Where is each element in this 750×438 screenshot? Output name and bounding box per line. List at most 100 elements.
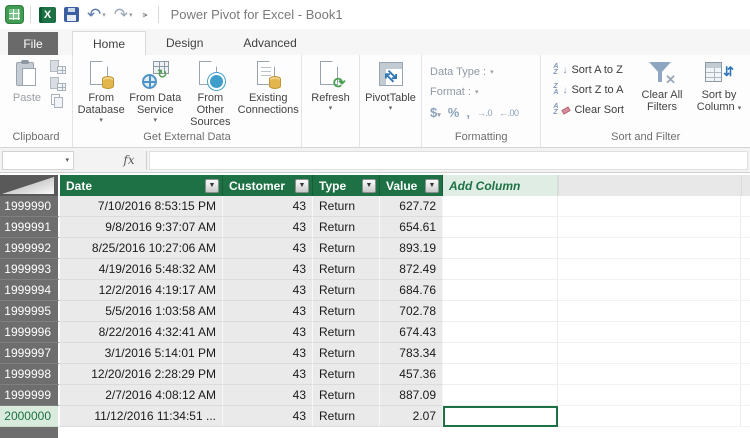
cell-value[interactable]: 893.19 (380, 238, 443, 259)
row-header[interactable]: 1999992 (0, 238, 60, 259)
cell-type[interactable]: Return (313, 259, 380, 280)
cell-value[interactable]: 872.49 (380, 259, 443, 280)
cell-add-column[interactable] (443, 217, 558, 238)
tab-design[interactable]: Design (146, 31, 223, 55)
cell-value[interactable]: 2.07 (380, 406, 443, 427)
filter-dropdown-icon[interactable]: ▼ (295, 179, 309, 193)
pivottable-button[interactable]: ⇄ PivotTable ▾ (362, 58, 419, 131)
redo-button[interactable]: ↷▾ (112, 4, 135, 26)
save-button[interactable] (62, 4, 81, 26)
tab-home[interactable]: Home (72, 31, 146, 55)
tab-advanced[interactable]: Advanced (223, 31, 316, 55)
cell-date[interactable]: 8/22/2016 4:32:41 AM (60, 322, 223, 343)
paste-button[interactable]: Paste (6, 58, 48, 131)
paste-append-button[interactable] (50, 77, 66, 91)
row-header[interactable]: 1999997 (0, 343, 60, 364)
cell-add-column[interactable] (443, 280, 558, 301)
row-header[interactable]: 1999991 (0, 217, 60, 238)
cell-date[interactable]: 5/5/2016 1:03:58 AM (60, 301, 223, 322)
cell-type[interactable]: Return (313, 217, 380, 238)
switch-to-excel-button[interactable]: X (37, 4, 58, 26)
cell-customer[interactable]: 43 (223, 217, 313, 238)
cell-type[interactable]: Return (313, 196, 380, 217)
currency-format-button[interactable]: $▾ (430, 105, 441, 120)
cell-type[interactable]: Return (313, 343, 380, 364)
row-header[interactable]: 1999995 (0, 301, 60, 322)
cell-type[interactable]: Return (313, 364, 380, 385)
column-header-value[interactable]: Value ▼ (380, 175, 443, 196)
sort-by-column-button[interactable]: ⇵ Sort by Column ▾ (690, 58, 748, 131)
name-box[interactable]: ▾ (2, 151, 74, 170)
sort-a-to-z-button[interactable]: AZ↓ Sort A to Z (553, 61, 624, 79)
column-header-date[interactable]: Date ▼ (60, 175, 223, 196)
cell-value[interactable]: 654.61 (380, 217, 443, 238)
row-header[interactable]: 1999990 (0, 196, 60, 217)
formula-input[interactable] (149, 151, 748, 170)
cell-add-column[interactable] (443, 364, 558, 385)
cell-type[interactable]: Return (313, 238, 380, 259)
add-column-header[interactable]: Add Column (443, 175, 558, 196)
from-other-sources-button[interactable]: From Other Sources (183, 58, 237, 131)
cell-customer[interactable]: 43 (223, 322, 313, 343)
cell-date[interactable]: 3/1/2016 5:14:01 PM (60, 343, 223, 364)
comma-format-button[interactable]: , (466, 105, 470, 120)
cell-customer[interactable]: 43 (223, 406, 313, 427)
cell-customer[interactable]: 43 (223, 196, 313, 217)
cell-type[interactable]: Return (313, 301, 380, 322)
clear-sort-button[interactable]: AZ Clear Sort (553, 101, 624, 119)
cell-date[interactable]: 12/20/2016 2:28:29 PM (60, 364, 223, 385)
redo-dropdown-caret[interactable]: ▾ (129, 11, 133, 19)
cell-type[interactable]: Return (313, 385, 380, 406)
cell-customer[interactable]: 43 (223, 259, 313, 280)
filter-dropdown-icon[interactable]: ▼ (205, 179, 219, 193)
cell-value[interactable]: 783.34 (380, 343, 443, 364)
refresh-button[interactable]: ⟳ Refresh ▾ (304, 58, 357, 131)
sort-z-to-a-button[interactable]: ZA↓ Sort Z to A (553, 81, 624, 99)
filter-dropdown-icon[interactable]: ▼ (362, 179, 376, 193)
row-header[interactable]: 1999998 (0, 364, 60, 385)
cell-date[interactable]: 2/7/2016 4:08:12 AM (60, 385, 223, 406)
cell-add-column[interactable] (443, 343, 558, 364)
paste-replace-button[interactable] (50, 60, 66, 74)
insert-function-button[interactable]: fx (114, 151, 144, 170)
cell-date[interactable]: 8/25/2016 10:27:06 AM (60, 238, 223, 259)
from-database-button[interactable]: From Database ▾ (75, 58, 127, 131)
from-data-service-button[interactable]: ↻ From Data Service ▾ (127, 58, 183, 131)
column-header-type[interactable]: Type ▼ (313, 175, 380, 196)
cell-value[interactable]: 627.72 (380, 196, 443, 217)
cell-date[interactable]: 12/2/2016 4:19:17 AM (60, 280, 223, 301)
cell-customer[interactable]: 43 (223, 343, 313, 364)
format-dropdown[interactable]: Format : ▾ (430, 82, 518, 102)
cell-type[interactable]: Return (313, 280, 380, 301)
cell-add-column[interactable] (443, 196, 558, 217)
cell-add-column[interactable] (443, 322, 558, 343)
cell-value[interactable]: 887.09 (380, 385, 443, 406)
row-header[interactable]: 1999999 (0, 385, 60, 406)
clear-all-filters-button[interactable]: ✕ Clear All Filters (634, 58, 690, 131)
cell-add-column[interactable] (443, 301, 558, 322)
cell-add-column[interactable] (443, 385, 558, 406)
increase-decimal-button[interactable]: →.0 (477, 108, 492, 118)
cell-date[interactable]: 4/19/2016 5:48:32 AM (60, 259, 223, 280)
cell-value[interactable]: 684.76 (380, 280, 443, 301)
cell-value[interactable]: 674.43 (380, 322, 443, 343)
cell-add-column[interactable] (443, 406, 558, 427)
cell-customer[interactable]: 43 (223, 238, 313, 259)
name-box-caret[interactable]: ▾ (65, 156, 69, 164)
cell-add-column[interactable] (443, 238, 558, 259)
row-header[interactable]: 2000000 (0, 406, 60, 427)
cell-customer[interactable]: 43 (223, 364, 313, 385)
row-header[interactable]: 1999993 (0, 259, 60, 280)
cell-date[interactable]: 9/8/2016 9:37:07 AM (60, 217, 223, 238)
row-header[interactable]: 1999994 (0, 280, 60, 301)
customize-qat-button[interactable]: ⪫ (139, 9, 152, 20)
undo-dropdown-caret[interactable]: ▾ (102, 11, 106, 19)
cell-add-column[interactable] (443, 259, 558, 280)
row-header[interactable]: 1999996 (0, 322, 60, 343)
cell-value[interactable]: 457.36 (380, 364, 443, 385)
filter-dropdown-icon[interactable]: ▼ (425, 179, 439, 193)
decrease-decimal-button[interactable]: ←.00 (499, 108, 519, 118)
cell-customer[interactable]: 43 (223, 385, 313, 406)
cell-type[interactable]: Return (313, 322, 380, 343)
cell-customer[interactable]: 43 (223, 301, 313, 322)
